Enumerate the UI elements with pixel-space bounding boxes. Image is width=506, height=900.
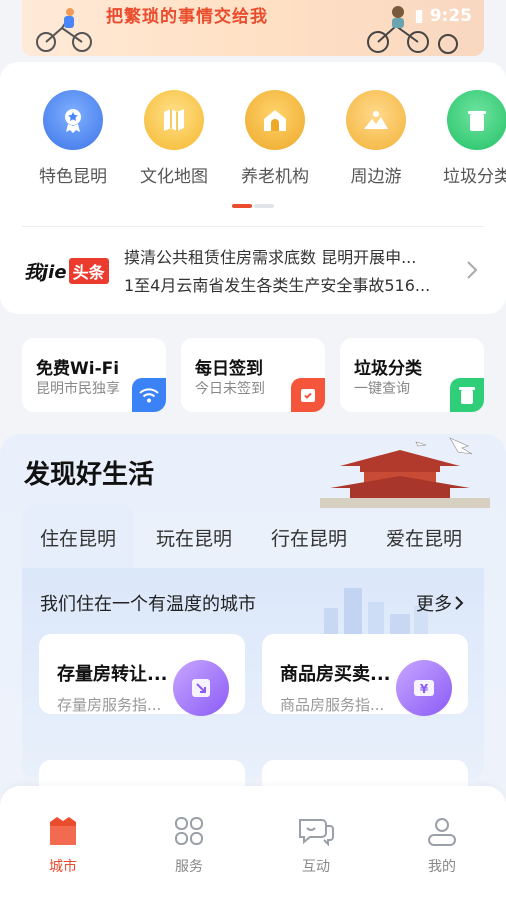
page-dot-active xyxy=(232,204,252,208)
news-line[interactable]: 摸清公共租赁住房需求底数 昆明开展申... xyxy=(124,244,444,272)
profile-icon xyxy=(428,818,456,846)
quick-subtitle: 昆明市民独享 xyxy=(36,381,120,397)
recycle-bin-icon xyxy=(447,90,506,150)
news-tag: 头条 xyxy=(68,258,109,284)
signal-icon: ▮ xyxy=(414,6,424,26)
quick-card-daily-checkin[interactable]: 每日签到 今日未签到 xyxy=(181,338,325,412)
quick-title: 每日签到 xyxy=(195,359,263,379)
quick-card-garbage-sorting[interactable]: 垃圾分类 一键查询 xyxy=(340,338,484,412)
svg-text:¥: ¥ xyxy=(420,682,429,696)
services-card: 特色昆明 文化地图 养老机构 周边游 垃圾分类 我jie 头条 摸清公共租赁住房… xyxy=(0,62,506,314)
card-subtitle: 存量房服务指... xyxy=(57,696,162,714)
news-logo: 我jie 头条 xyxy=(24,258,109,284)
tab-live-kunming[interactable]: 住在昆明 xyxy=(40,524,116,551)
discover-section: 发现好生活 住在昆明 玩在昆明 行在昆明 爱在昆明 我们住在一个有温度的城市 更… xyxy=(0,434,506,794)
chevron-right-icon xyxy=(455,596,464,610)
medal-icon xyxy=(43,90,103,150)
quick-subtitle: 一键查询 xyxy=(354,381,410,397)
card-commercial-house-sale[interactable]: 商品房买卖... 商品房服务指... ¥ xyxy=(262,634,468,716)
calendar-check-icon xyxy=(291,378,325,412)
transfer-icon xyxy=(173,660,229,716)
city-icon xyxy=(50,817,76,845)
quick-title: 垃圾分类 xyxy=(354,359,422,379)
service-item-culture-map[interactable]: 文化地图 xyxy=(126,90,222,187)
card-subtitle: 商品房服务指... xyxy=(280,696,385,714)
recycle-bin-icon xyxy=(450,378,484,412)
wifi-icon xyxy=(132,378,166,412)
service-item-elderly-care[interactable]: 养老机构 xyxy=(227,90,323,187)
status-bar: ▮ 9:25 xyxy=(414,6,472,26)
tab-label: 服务 xyxy=(175,859,203,875)
news-line[interactable]: 1至4月云南省发生各类生产安全事故516... xyxy=(124,272,444,300)
yen-icon: ¥ xyxy=(396,660,452,716)
promo-banner[interactable]: 把繁琐的事情交给我 ▮ 9:25 xyxy=(22,0,484,56)
tab-services[interactable]: 服务 xyxy=(149,814,229,876)
pagoda-illustration-icon xyxy=(320,437,490,508)
card-existing-house-transfer[interactable]: 存量房转让... 存量房服务指... xyxy=(39,634,245,716)
quick-title: 免费Wi-Fi xyxy=(36,359,120,379)
service-item-nearby-tour[interactable]: 周边游 xyxy=(328,90,424,187)
discover-tabs: 住在昆明 玩在昆明 行在昆明 爱在昆明 xyxy=(22,504,486,568)
tab-label: 城市 xyxy=(49,859,77,875)
service-grid-icon xyxy=(175,817,203,845)
tab-travel-kunming[interactable]: 行在昆明 xyxy=(271,524,347,551)
tab-play-kunming[interactable]: 玩在昆明 xyxy=(156,524,232,551)
quick-card-free-wifi[interactable]: 免费Wi-Fi 昆明市民独享 xyxy=(22,338,166,412)
card-title: 存量房转让... xyxy=(57,664,168,685)
tab-mine[interactable]: 我的 xyxy=(402,814,482,876)
cyclist-illustration-icon xyxy=(36,8,92,52)
panel-title: 我们住在一个有温度的城市 xyxy=(40,594,256,615)
banner-text: 把繁琐的事情交给我 xyxy=(106,7,268,27)
chat-icon xyxy=(299,819,334,847)
tab-label: 我的 xyxy=(428,859,456,875)
service-item-garbage-sorting[interactable]: 垃圾分类 xyxy=(429,90,506,187)
service-icon-row: 特色昆明 文化地图 养老机构 周边游 垃圾分类 xyxy=(0,90,506,190)
quick-subtitle: 今日未签到 xyxy=(195,381,265,397)
discover-panel: 我们住在一个有温度的城市 更多 存量房转让... 存量房服务指... 商品房买卖… xyxy=(22,568,484,778)
tab-label: 互动 xyxy=(302,859,330,875)
service-label: 特色昆明 xyxy=(39,167,107,187)
page-dot xyxy=(254,204,274,208)
map-icon xyxy=(144,90,204,150)
status-time: 9:25 xyxy=(429,6,472,26)
service-label: 周边游 xyxy=(350,167,402,187)
bottom-tab-bar: 城市 服务 互动 我的 xyxy=(0,786,506,900)
headline-news[interactable]: 我jie 头条 摸清公共租赁住房需求底数 昆明开展申... 1至4月云南省发生各… xyxy=(22,234,484,304)
card-title: 商品房买卖... xyxy=(280,664,391,685)
service-item-features[interactable]: 特色昆明 xyxy=(25,90,121,187)
service-label: 养老机构 xyxy=(241,167,309,187)
more-label: 更多 xyxy=(416,594,452,615)
news-lines: 摸清公共租赁住房需求底数 昆明开展申... 1至4月云南省发生各类生产安全事故5… xyxy=(124,244,444,300)
page-indicator xyxy=(232,204,274,208)
chevron-right-icon[interactable] xyxy=(466,260,478,280)
home-icon xyxy=(245,90,305,150)
news-brand: 我jie xyxy=(24,262,67,283)
tab-interact[interactable]: 互动 xyxy=(276,814,356,876)
service-label: 垃圾分类 xyxy=(443,167,506,187)
more-link[interactable]: 更多 xyxy=(416,590,464,616)
section-title: 发现好生活 xyxy=(24,460,155,490)
tab-love-kunming[interactable]: 爱在昆明 xyxy=(386,524,462,551)
tab-city[interactable]: 城市 xyxy=(23,814,103,876)
divider xyxy=(22,226,484,227)
service-label: 文化地图 xyxy=(140,167,208,187)
mountain-icon xyxy=(346,90,406,150)
